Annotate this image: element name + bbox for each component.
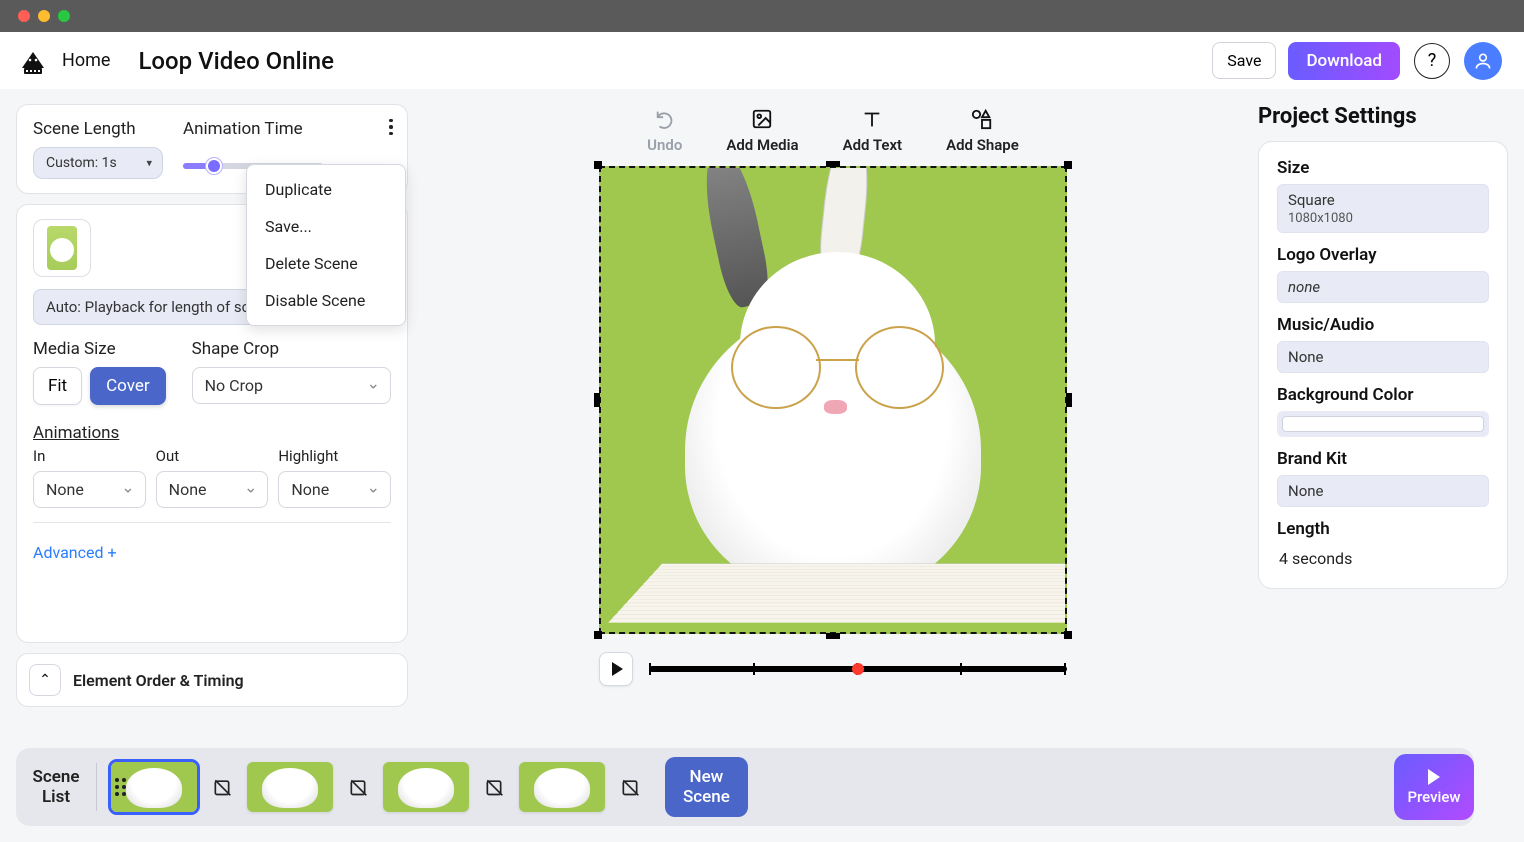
scene-menu-button[interactable] [379, 115, 403, 139]
shapes-icon [970, 108, 994, 130]
user-icon [1473, 51, 1493, 71]
scene-thumb-2[interactable] [247, 762, 333, 812]
scene-length-select[interactable]: Custom: 1s [33, 147, 163, 179]
brand-kit-select[interactable]: None [1277, 475, 1489, 507]
anim-highlight-select[interactable]: None [278, 471, 391, 508]
canvas-toolbar: Undo Add Media Add Text Add Shape [647, 104, 1019, 154]
length-value: 4 seconds [1277, 545, 1489, 572]
fit-button[interactable]: Fit [33, 367, 82, 405]
scene-list-bar: Scene List New Scene [16, 748, 1474, 826]
resize-handle-tl[interactable] [594, 161, 602, 169]
order-timing-label: Element Order & Timing [73, 671, 244, 690]
scene-thumb-1[interactable] [111, 762, 197, 812]
project-settings-title: Project Settings [1258, 104, 1508, 129]
resize-handle-ml[interactable] [594, 393, 600, 407]
menu-delete-scene[interactable]: Delete Scene [247, 245, 405, 282]
play-icon [1428, 769, 1440, 785]
scene-mute-icon-1[interactable] [211, 776, 233, 798]
anim-highlight-label: Highlight [278, 447, 391, 465]
scene-list-label: Scene List [30, 767, 82, 808]
size-select[interactable]: Square 1080x1080 [1277, 184, 1489, 233]
window-titlebar [0, 0, 1524, 32]
add-shape-button[interactable]: Add Shape [946, 108, 1019, 154]
window-close-icon[interactable] [18, 10, 30, 22]
scene-context-menu: Duplicate Save... Delete Scene Disable S… [246, 164, 406, 326]
app-header: Home Loop Video Online Save Download ? [0, 32, 1524, 89]
undo-label: Undo [647, 136, 682, 154]
scene-mute-icon-2[interactable] [347, 776, 369, 798]
canvas-area: Undo Add Media Add Text Add Shape [420, 104, 1246, 707]
image-icon [751, 108, 773, 130]
anim-in-select[interactable]: None [33, 471, 146, 508]
background-color-picker[interactable] [1277, 411, 1489, 437]
scene-thumb-4[interactable] [519, 762, 605, 812]
help-button[interactable]: ? [1414, 43, 1450, 79]
anim-in-label: In [33, 447, 146, 465]
animation-time-label: Animation Time [183, 119, 323, 139]
chevron-up-icon: ⌃ [39, 672, 51, 688]
new-scene-button[interactable]: New Scene [665, 757, 748, 818]
scene-length-label: Scene Length [33, 119, 163, 139]
media-size-label: Media Size [33, 339, 166, 359]
resize-handle-bl[interactable] [594, 631, 602, 639]
window-maximize-icon[interactable] [58, 10, 70, 22]
music-audio-select[interactable]: None [1277, 341, 1489, 373]
anim-out-label: Out [156, 447, 269, 465]
undo-icon [654, 108, 676, 130]
add-text-label: Add Text [843, 136, 903, 154]
animations-heading: Animations [33, 423, 391, 443]
help-icon: ? [1428, 50, 1437, 71]
resize-handle-tm[interactable] [826, 161, 840, 167]
canvas-selection[interactable] [599, 166, 1067, 634]
logo-overlay-select[interactable]: none [1277, 271, 1489, 303]
add-media-button[interactable]: Add Media [726, 108, 798, 154]
length-label: Length [1277, 519, 1489, 539]
download-button[interactable]: Download [1288, 42, 1400, 80]
add-shape-label: Add Shape [946, 136, 1019, 154]
play-icon [612, 662, 623, 676]
window-minimize-icon[interactable] [38, 10, 50, 22]
resize-handle-mr[interactable] [1066, 393, 1072, 407]
media-thumbnail[interactable] [33, 219, 91, 277]
menu-disable-scene[interactable]: Disable Scene [247, 282, 405, 319]
home-link[interactable]: Home [62, 50, 110, 71]
text-icon [861, 108, 883, 130]
page-title: Loop Video Online [138, 47, 334, 75]
playback-bar [599, 652, 1067, 686]
order-timing-bar: ⌃ Element Order & Timing [16, 653, 408, 707]
music-audio-label: Music/Audio [1277, 315, 1489, 335]
timeline-track[interactable] [649, 666, 1067, 672]
anim-out-select[interactable]: None [156, 471, 269, 508]
shape-crop-label: Shape Crop [192, 339, 391, 359]
save-button[interactable]: Save [1212, 42, 1276, 79]
canvas[interactable] [599, 166, 1067, 634]
logo-overlay-label: Logo Overlay [1277, 245, 1489, 265]
scene-mute-icon-3[interactable] [483, 776, 505, 798]
playhead[interactable] [852, 663, 864, 675]
add-text-button[interactable]: Add Text [843, 108, 903, 154]
shape-crop-select[interactable]: No Crop [192, 367, 391, 404]
drag-handle-icon[interactable] [115, 778, 126, 796]
resize-handle-br[interactable] [1064, 631, 1072, 639]
menu-duplicate[interactable]: Duplicate [247, 171, 405, 208]
size-label: Size [1277, 158, 1489, 178]
order-timing-toggle[interactable]: ⌃ [29, 664, 61, 696]
menu-save[interactable]: Save... [247, 208, 405, 245]
resize-handle-bm[interactable] [826, 633, 840, 639]
account-button[interactable] [1464, 42, 1502, 80]
play-button[interactable] [599, 652, 633, 686]
scene-thumb-3[interactable] [383, 762, 469, 812]
slider-thumb[interactable] [206, 158, 222, 174]
undo-button[interactable]: Undo [647, 108, 682, 154]
add-media-label: Add Media [726, 136, 798, 154]
background-color-label: Background Color [1277, 385, 1489, 405]
brand-kit-label: Brand Kit [1277, 449, 1489, 469]
project-settings-sidebar: Project Settings Size Square 1080x1080 L… [1258, 104, 1508, 707]
advanced-link[interactable]: Advanced + [33, 543, 391, 562]
cover-button[interactable]: Cover [90, 367, 166, 405]
preview-button[interactable]: Preview [1394, 754, 1474, 820]
resize-handle-tr[interactable] [1064, 161, 1072, 169]
app-logo-icon [18, 46, 48, 76]
scene-mute-icon-4[interactable] [619, 776, 641, 798]
